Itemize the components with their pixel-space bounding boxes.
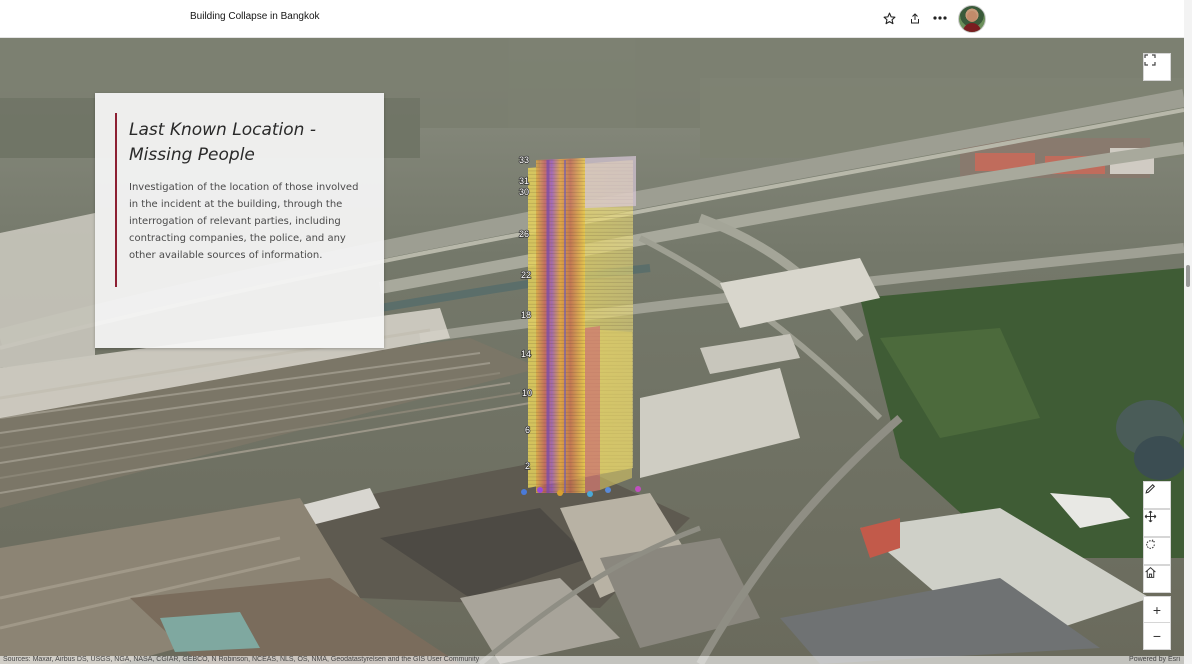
rotate-icon — [1146, 539, 1155, 549]
avatar-shirt — [963, 23, 981, 32]
measure-tool-button[interactable] — [1143, 481, 1171, 509]
user-avatar[interactable] — [958, 5, 986, 33]
story-title: Building Collapse in Bangkok — [190, 11, 320, 22]
zoom-in-label: + — [1152, 602, 1162, 618]
attribution-sources: Sources: Maxar, Airbus DS, USGS, NGA, NA… — [3, 656, 480, 663]
expand-icon — [1144, 54, 1156, 66]
page-scrollbar[interactable] — [1184, 0, 1192, 664]
pan-tool-button[interactable] — [1143, 509, 1171, 537]
fullscreen-button[interactable] — [1143, 53, 1171, 81]
floor-label: 10 — [522, 388, 532, 398]
powered-by[interactable]: Powered by Esri — [1129, 656, 1180, 664]
floor-label: 22 — [521, 270, 531, 280]
floor-label: 6 — [525, 425, 530, 435]
home-icon — [1145, 566, 1156, 578]
more-options-button[interactable] — [931, 9, 949, 27]
building-floors-visualization — [521, 156, 641, 497]
floor-label: 31 — [519, 176, 529, 186]
move-icon — [1144, 510, 1157, 523]
share-button[interactable] — [906, 9, 924, 27]
zoom-in-button[interactable]: + — [1143, 596, 1171, 624]
panel-body: Investigation of the location of those i… — [129, 182, 359, 261]
star-icon — [883, 12, 895, 24]
share-icon — [911, 12, 919, 23]
home-tool-button[interactable] — [1143, 565, 1171, 593]
floor-label: 30 — [519, 187, 529, 197]
floor-label: 14 — [521, 349, 531, 359]
rotate-tool-button[interactable] — [1143, 537, 1171, 565]
accent-bar — [115, 113, 117, 287]
floor-label: 26 — [519, 229, 529, 239]
zoom-out-button[interactable]: − — [1143, 622, 1171, 650]
favorite-button[interactable] — [880, 9, 898, 27]
floor-label: 2 — [525, 461, 530, 471]
zoom-out-label: − — [1152, 628, 1162, 644]
map-attribution: Sources: Maxar, Airbus DS, USGS, NGA, NA… — [0, 656, 1184, 664]
story-panel: Last Known Location - Missing People Inv… — [95, 93, 384, 348]
floor-label: 18 — [521, 310, 531, 320]
app-header: Building Collapse in Bangkok — [0, 0, 1184, 38]
panel-heading: Last Known Location - Missing People — [129, 120, 316, 165]
more-horizontal-icon — [933, 16, 947, 20]
floor-label: 33 — [519, 155, 529, 165]
scrollbar-thumb[interactable] — [1186, 265, 1190, 287]
pencil-icon — [1145, 483, 1156, 494]
avatar-face — [967, 11, 977, 22]
